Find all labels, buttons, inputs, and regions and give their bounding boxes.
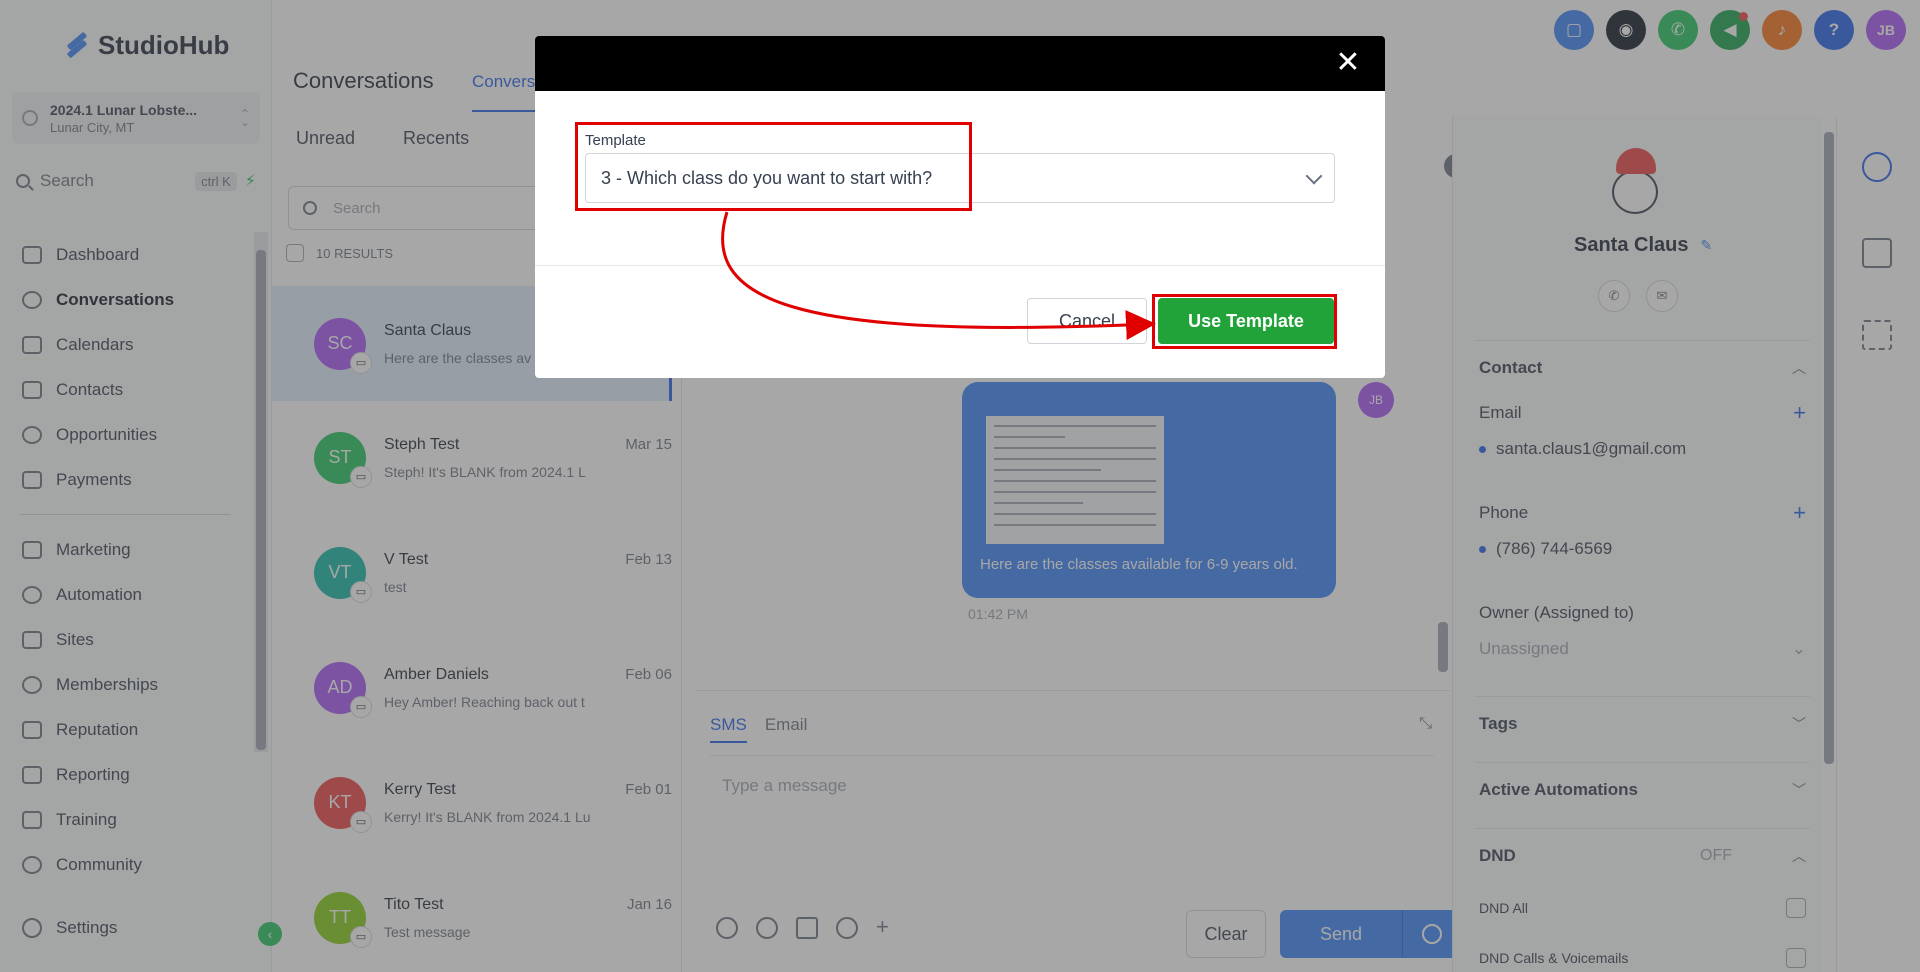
dialog-divider	[535, 265, 1385, 266]
cancel-button[interactable]: Cancel	[1027, 298, 1147, 344]
chevron-down-icon	[1305, 167, 1323, 185]
highlight-template-field	[575, 122, 972, 211]
highlight-use-template-button	[1152, 294, 1337, 349]
dialog-header: ✕	[535, 36, 1385, 91]
close-icon[interactable]: ✕	[1331, 46, 1365, 80]
